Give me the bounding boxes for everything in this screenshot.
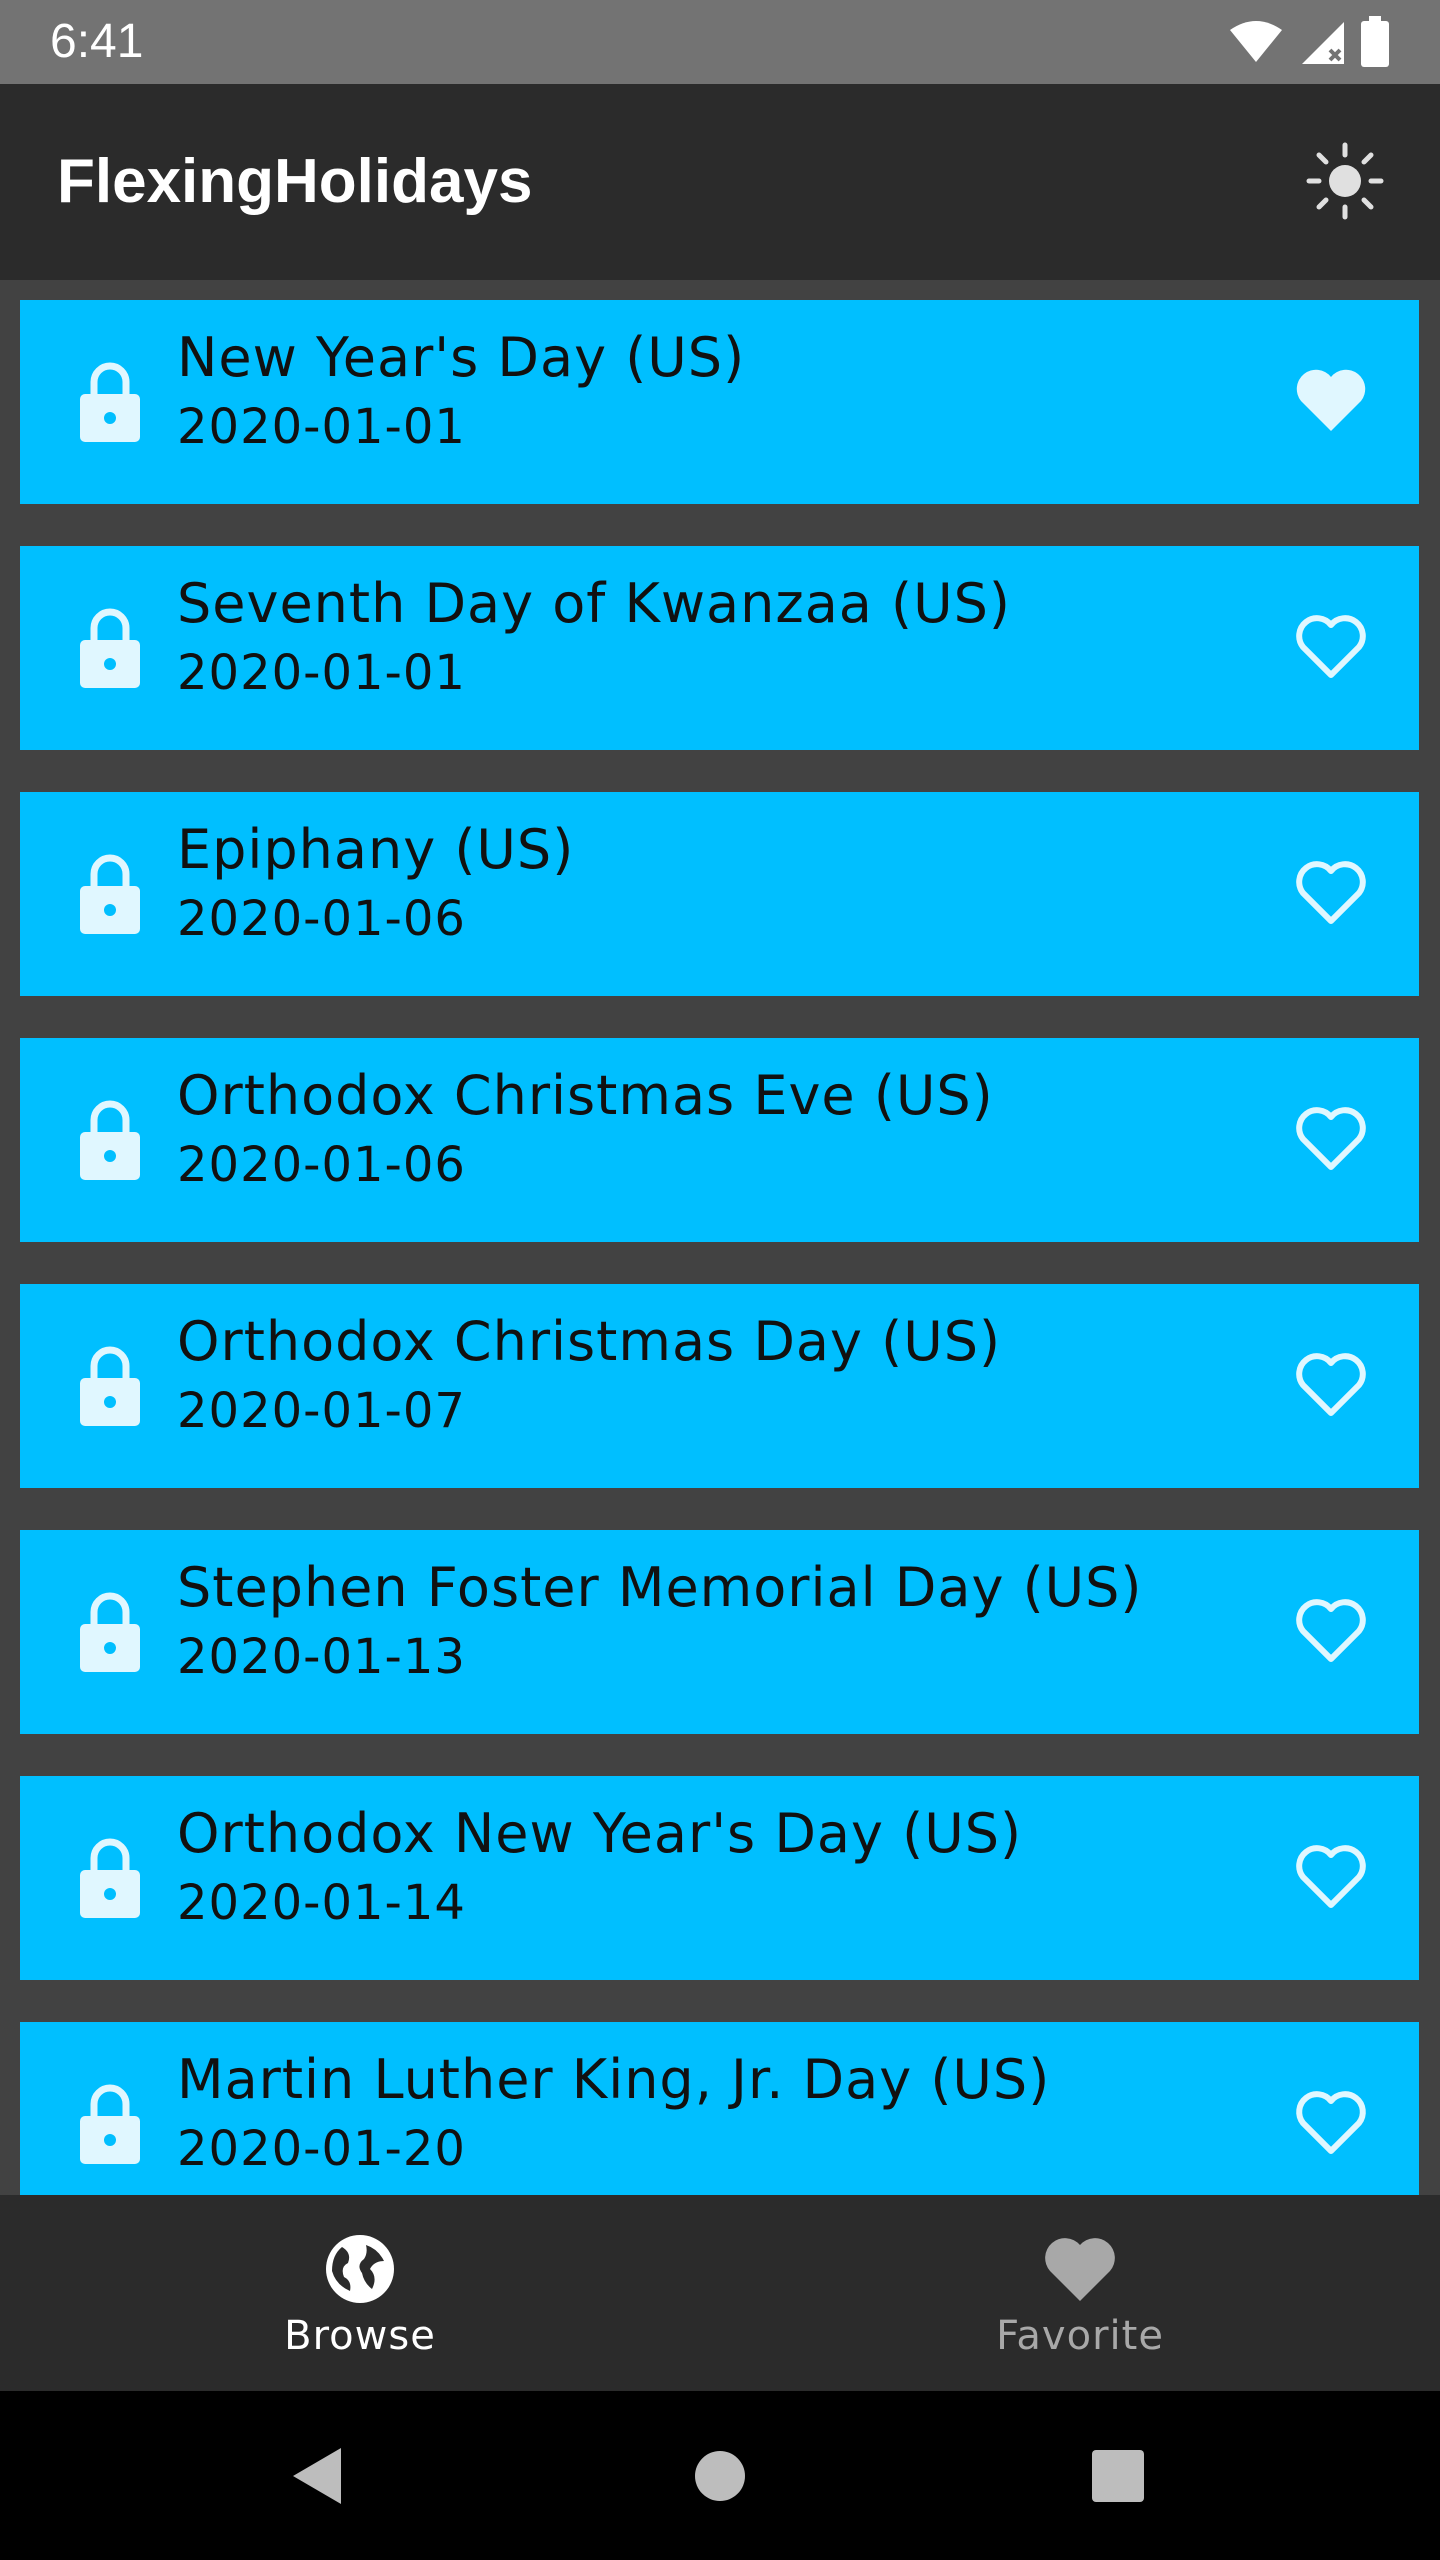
favorite-toggle-button[interactable] [1283, 1828, 1379, 1924]
holiday-card[interactable]: Seventh Day of Kwanzaa (US) 2020-01-01 [20, 546, 1419, 750]
holiday-card[interactable]: Martin Luther King, Jr. Day (US) 2020-01… [20, 2022, 1419, 2195]
status-icons [1228, 16, 1390, 68]
system-home-button[interactable] [675, 2431, 765, 2521]
favorite-toggle-button[interactable] [1283, 1090, 1379, 1186]
holiday-date: 2020-01-13 [177, 1629, 466, 1685]
lock-icon [80, 362, 140, 442]
heart-icon [1045, 2238, 1115, 2301]
holiday-card[interactable]: Orthodox New Year's Day (US) 2020-01-14 [20, 1776, 1419, 1980]
favorite-toggle-button[interactable] [1283, 352, 1379, 448]
status-time: 6:41 [50, 15, 144, 68]
lock-icon [80, 1592, 140, 1672]
holiday-card[interactable]: Epiphany (US) 2020-01-06 [20, 792, 1419, 996]
heart-outline-icon [1296, 1845, 1366, 1908]
status-bar: 6:41 [0, 0, 1440, 84]
heart-filled-icon [1296, 369, 1366, 431]
lock-icon [80, 608, 140, 688]
system-back-button[interactable] [272, 2431, 362, 2521]
holiday-name: Orthodox Christmas Eve (US) [177, 1064, 994, 1127]
app-title: FlexingHolidays [57, 147, 533, 216]
system-navigation-bar [0, 2391, 1440, 2560]
nav-favorite-label: Favorite [996, 2313, 1164, 2359]
nav-browse-label: Browse [284, 2313, 436, 2359]
favorite-toggle-button[interactable] [1283, 2074, 1379, 2170]
nav-favorite-tab[interactable]: Favorite [720, 2195, 1440, 2391]
favorite-toggle-button[interactable] [1283, 844, 1379, 940]
holiday-date: 2020-01-01 [177, 399, 466, 455]
favorite-toggle-button[interactable] [1283, 1582, 1379, 1678]
holiday-date: 2020-01-14 [177, 1875, 466, 1931]
lock-icon [80, 1346, 140, 1426]
heart-outline-icon [1296, 1107, 1366, 1170]
holiday-date: 2020-01-06 [177, 891, 466, 947]
holiday-name: New Year's Day (US) [177, 326, 746, 389]
cell-signal-icon [1302, 22, 1344, 64]
battery-icon [1361, 16, 1389, 67]
lock-icon [80, 1838, 140, 1918]
holiday-date: 2020-01-06 [177, 1137, 466, 1193]
lock-icon [80, 854, 140, 934]
holiday-card[interactable]: Orthodox Christmas Day (US) 2020-01-07 [20, 1284, 1419, 1488]
heart-outline-icon [1296, 1353, 1366, 1416]
holiday-card[interactable]: Stephen Foster Memorial Day (US) 2020-01… [20, 1530, 1419, 1734]
system-recents-button[interactable] [1073, 2431, 1163, 2521]
holiday-date: 2020-01-01 [177, 645, 466, 701]
favorite-toggle-button[interactable] [1283, 598, 1379, 694]
app-screen: 6:41 FlexingHolidays New Year's Day (US)… [0, 0, 1440, 2560]
app-bar: FlexingHolidays [0, 84, 1440, 280]
heart-outline-icon [1296, 861, 1366, 924]
holiday-card[interactable]: Orthodox Christmas Eve (US) 2020-01-06 [20, 1038, 1419, 1242]
lock-icon [80, 1100, 140, 1180]
holiday-name: Stephen Foster Memorial Day (US) [177, 1556, 1143, 1619]
heart-outline-icon [1296, 615, 1366, 678]
holiday-list[interactable]: New Year's Day (US) 2020-01-01 Seventh D… [0, 280, 1440, 2195]
holiday-date: 2020-01-07 [177, 1383, 466, 1439]
heart-outline-icon [1296, 1599, 1366, 1662]
wifi-icon [1230, 21, 1282, 62]
holiday-date: 2020-01-20 [177, 2121, 466, 2177]
holiday-name: Seventh Day of Kwanzaa (US) [177, 572, 1011, 635]
holiday-name: Orthodox New Year's Day (US) [177, 1802, 1023, 1865]
recents-icon [1092, 2450, 1144, 2502]
sun-icon [1306, 142, 1384, 220]
holiday-name: Epiphany (US) [177, 818, 575, 881]
lock-icon [80, 2084, 140, 2164]
nav-browse-tab[interactable]: Browse [0, 2195, 720, 2391]
favorite-toggle-button[interactable] [1283, 1336, 1379, 1432]
back-icon [293, 2448, 341, 2504]
holiday-name: Orthodox Christmas Day (US) [177, 1310, 1002, 1373]
bottom-navigation: Browse Favorite [0, 2195, 1440, 2391]
globe-icon [326, 2235, 394, 2303]
home-icon [695, 2451, 745, 2501]
theme-toggle-button[interactable] [1300, 136, 1390, 226]
holiday-name: Martin Luther King, Jr. Day (US) [177, 2048, 1051, 2111]
holiday-card[interactable]: New Year's Day (US) 2020-01-01 [20, 300, 1419, 504]
heart-outline-icon [1296, 2091, 1366, 2154]
